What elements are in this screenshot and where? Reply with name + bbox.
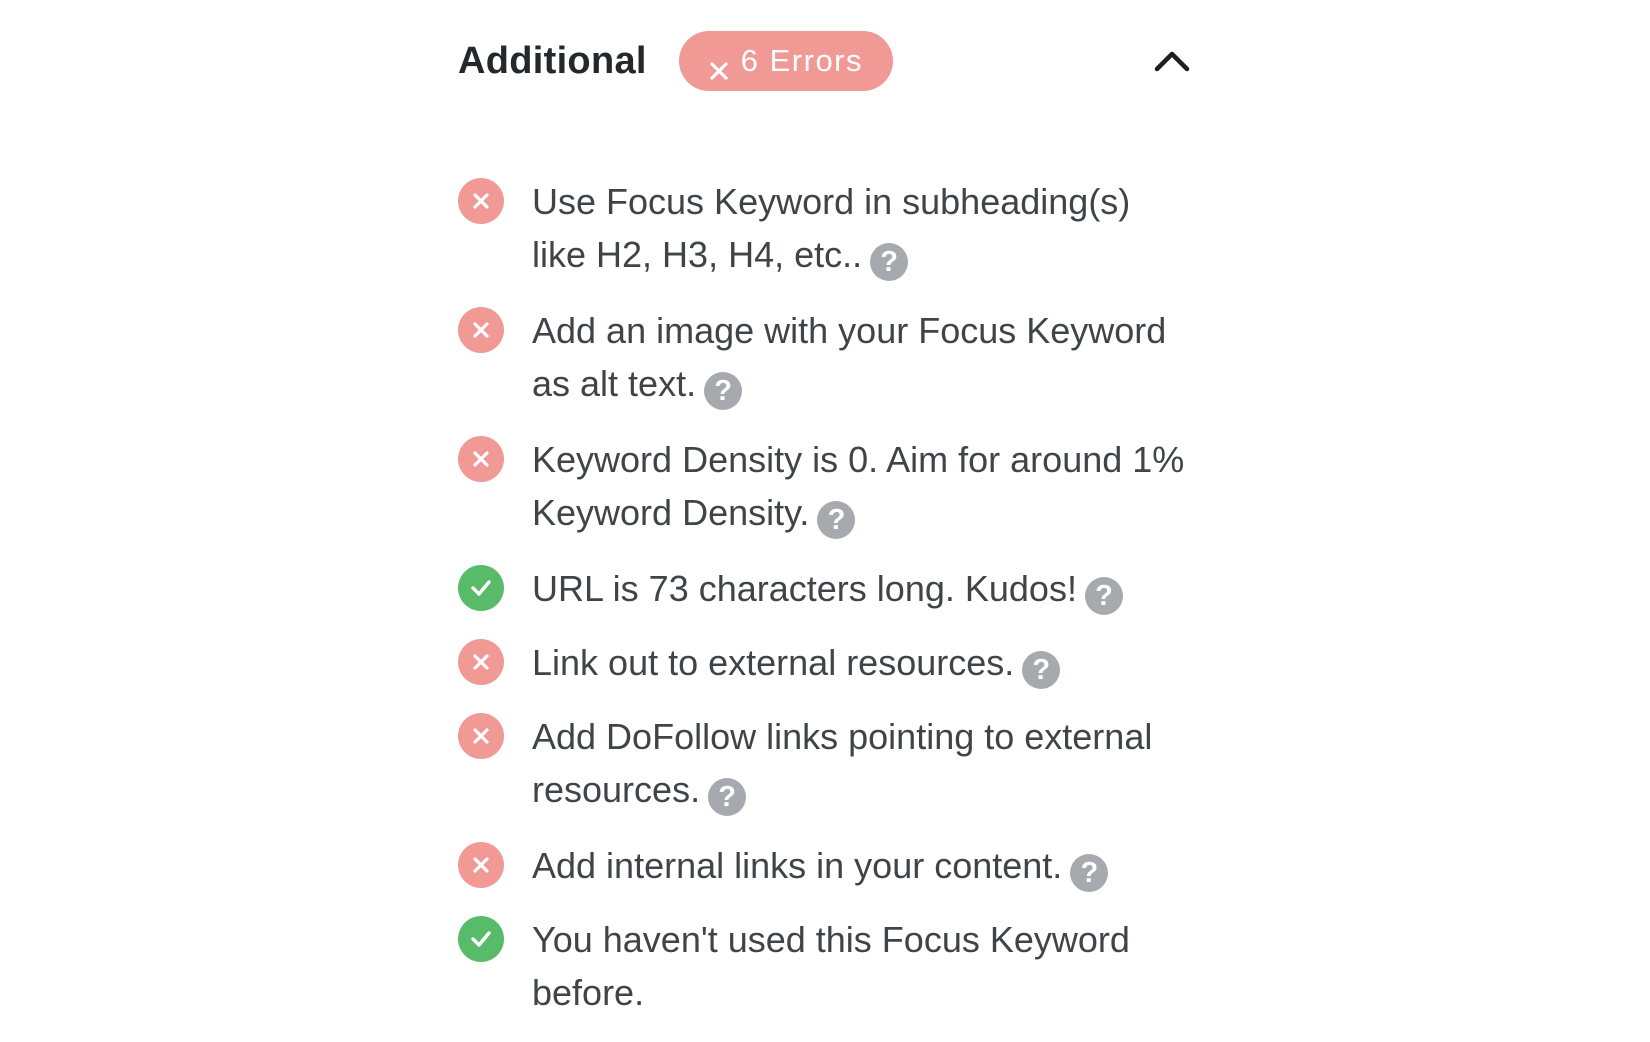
help-icon[interactable]: ? [708,778,747,816]
errors-badge-label: 6 Errors [740,43,864,78]
check-icon [458,565,504,611]
check-text: Keyword Density is 0. Aim for around 1% … [532,433,1192,539]
list-item: Add DoFollow links pointing to external … [458,710,1210,816]
error-icon [458,307,504,353]
errors-badge: 6 Errors [678,31,894,91]
section-title: Additional [458,39,647,82]
check-label: Add DoFollow links pointing to external … [532,716,1153,810]
error-icon [458,436,504,482]
section-header[interactable]: Additional 6 Errors [458,30,1210,92]
check-label: Keyword Density is 0. Aim for around 1% … [532,439,1185,533]
list-item: Add an image with your Focus Keyword as … [458,304,1210,410]
check-label: Add internal links in your content. [532,845,1063,886]
error-icon [458,842,504,888]
check-label: URL is 73 characters long. Kudos! [532,568,1077,609]
list-item: URL is 73 characters long. Kudos!? [458,562,1210,615]
list-item: Add internal links in your content.? [458,839,1210,892]
check-text: Use Focus Keyword in subheading(s) like … [532,175,1192,281]
error-icon [458,639,504,685]
help-icon[interactable]: ? [1022,651,1061,689]
chevron-up-icon[interactable] [1152,44,1192,78]
list-item: Use Focus Keyword in subheading(s) like … [458,175,1210,281]
additional-section: Additional 6 Errors Use Focus Keyword in… [458,30,1210,1013]
check-text: Add an image with your Focus Keyword as … [532,304,1192,410]
help-icon[interactable]: ? [870,243,909,281]
check-label: Use Focus Keyword in subheading(s) like … [532,181,1131,275]
help-icon[interactable]: ? [1084,577,1123,615]
help-icon[interactable]: ? [704,372,743,410]
check-label: Link out to external resources. [532,642,1015,683]
list-item: Keyword Density is 0. Aim for around 1% … [458,433,1210,539]
close-icon [709,53,729,80]
error-icon [458,178,504,224]
check-text: URL is 73 characters long. Kudos!? [532,562,1192,615]
checks-list: Use Focus Keyword in subheading(s) like … [458,175,1210,1042]
check-text: You haven't used this Focus Keyword befo… [532,913,1192,1019]
check-icon [458,916,504,962]
list-item: You haven't used this Focus Keyword befo… [458,913,1210,1019]
error-icon [458,713,504,759]
check-label: You haven't used this Focus Keyword befo… [532,919,1130,1013]
check-text: Add internal links in your content.? [532,839,1192,892]
check-text: Add DoFollow links pointing to external … [532,710,1192,816]
check-text: Link out to external resources.? [532,636,1192,689]
help-icon[interactable]: ? [817,501,856,539]
check-label: Add an image with your Focus Keyword as … [532,310,1167,404]
list-item: Link out to external resources.? [458,636,1210,689]
help-icon[interactable]: ? [1070,854,1109,892]
